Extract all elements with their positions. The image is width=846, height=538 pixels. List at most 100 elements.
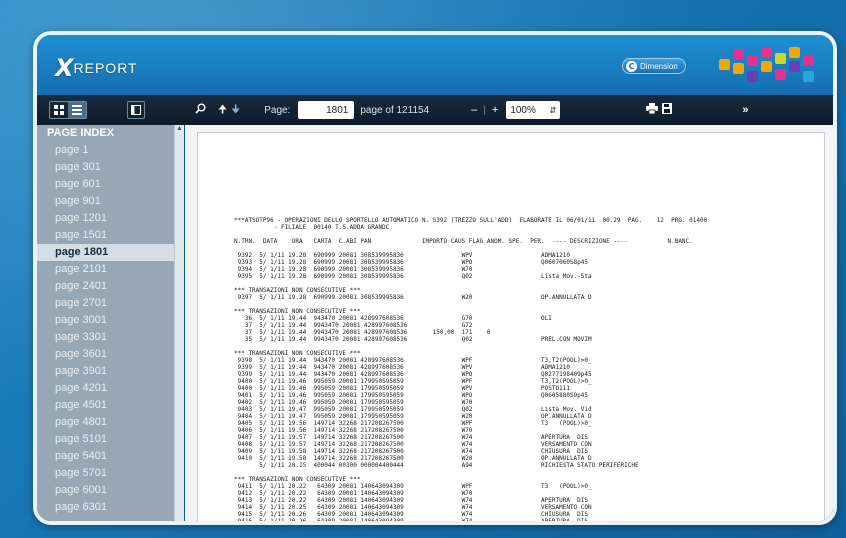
page-index-item[interactable]: page 4201 (37, 380, 182, 397)
page-index-item[interactable]: page 3901 (37, 363, 182, 380)
page-index-item[interactable]: page 5701 (37, 465, 182, 482)
report-line: 9411 5/ 1/11 20.22 64309 20081 140643094… (234, 483, 592, 490)
report-line: 9402 5/ 1/11 19.46 995059 20081 17995059… (234, 399, 473, 406)
brand-mosaic-icon (717, 45, 817, 87)
report-line: 9393 5/ 1/11 19.28 690999 20081 30853999… (234, 259, 589, 266)
page-index-item[interactable]: page 4801 (37, 414, 182, 431)
page-index-item[interactable]: page 2401 (37, 278, 182, 295)
report-window: X REPORT C Dimension 🠉 🠋 Page: 1801 page… (33, 31, 837, 525)
save-icon[interactable] (662, 103, 673, 117)
report-line: 9392 5/ 1/11 19.28 690999 20081 30853999… (234, 252, 570, 259)
document-viewer: ***ATSOTP96 - OPERAZIONI DELLO SPORTELLO… (185, 125, 833, 525)
report-line: 9407 5/ 1/11 19.57 149714 32268 21720826… (234, 434, 589, 441)
report-line: 37 5/ 1/11 19.44 9943470 20081 428997608… (234, 329, 491, 336)
sidebar-panel-icon (131, 105, 141, 115)
document-scrollbar[interactable] (833, 125, 837, 525)
page-index-item[interactable]: page 3001 (37, 312, 182, 329)
previous-page-arrow-icon[interactable]: 🠉 (218, 101, 227, 120)
report-line: 36 5/ 1/11 19.44 943470 20081 4289976085… (234, 315, 552, 322)
app-header: X REPORT C Dimension (37, 35, 833, 95)
search-icon[interactable] (195, 103, 206, 117)
page-index-item[interactable]: page 1 (37, 142, 182, 159)
dimension-c-icon: C (626, 60, 637, 72)
logo-x-icon: X (55, 54, 73, 82)
list-icon (72, 105, 82, 115)
report-line: 9397 5/ 1/11 19.28 690999 20081 30853999… (234, 294, 592, 301)
zoom-stepper-icon: ⇵ (549, 105, 557, 115)
page-index-title: PAGE INDEX (47, 127, 115, 139)
next-page-arrow-icon[interactable]: 🠋 (231, 101, 240, 120)
toolbar-divider: | (483, 104, 486, 116)
report-line: 9399 5/ 1/11 19.44 943470 20081 42899760… (234, 371, 592, 378)
toggle-sidebar-button[interactable] (127, 101, 145, 119)
scroll-up-arrow-icon[interactable]: ▲ (175, 125, 184, 132)
page-index-item[interactable]: page 6001 (37, 482, 182, 499)
expand-panel-icon[interactable]: » (742, 104, 748, 116)
app-logo: X REPORT (55, 54, 138, 82)
page-index-list: page 1 page 301 page 601 page 901 page 1201 p… (37, 142, 182, 516)
zoom-in-icon[interactable]: + (492, 104, 498, 116)
report-line: *** TRANSAZIONI NON CONSECUTIVE *** (234, 287, 361, 294)
page-index-item[interactable]: page 1201 (37, 210, 182, 227)
page-count-label: page of 121154 (360, 104, 430, 116)
view-mode-group (49, 101, 87, 119)
page-index-item[interactable]: page 3601 (37, 346, 182, 363)
report-line: ***ATSOTP96 - OPERAZIONI DELLO SPORTELLO… (234, 217, 708, 224)
report-line: 9395 5/ 1/11 19.28 690999 20081 30853999… (234, 273, 592, 280)
report-line: 9400 5/ 1/11 19.46 995059 20081 17995059… (234, 378, 592, 385)
print-icon[interactable] (646, 103, 659, 117)
dimension-text: Dimension (640, 61, 678, 71)
report-line: 5/ 1/11 20.15 400044 00300 000004400444 … (234, 462, 639, 469)
page-index-item[interactable]: page 601 (37, 176, 182, 193)
report-line: 9394 5/ 1/11 19.28 690999 20081 30853999… (234, 266, 473, 273)
report-line: 9416 5/ 1/11 20.26 64309 20081 140643094… (234, 518, 589, 525)
page-index-item[interactable]: page 2701 (37, 295, 182, 312)
report-line: N.TRN. DATA ORA CARTA C.ABI PAN IMPORTO … (234, 238, 693, 245)
report-line: *** TRANSAZIONI NON CONSECUTIVE *** (234, 350, 361, 357)
zoom-value: 100% (510, 104, 536, 116)
grid-icon (54, 105, 64, 115)
zoom-out-icon[interactable]: – (471, 104, 477, 116)
report-line: 37 5/ 1/11 19.44 9943470 20081 428997608… (234, 322, 473, 329)
report-line: 9401 5/ 1/11 19.46 995059 20081 17995059… (234, 392, 589, 399)
toolbar: 🠉 🠋 Page: page of 121154 – | + 100% ⇵ » (37, 95, 833, 125)
report-line: 9409 5/ 1/11 19.58 149714 32268 21720826… (234, 448, 589, 455)
page-index-item[interactable]: page 3301 (37, 329, 182, 346)
report-line: 9399 5/ 1/11 19.44 943470 20081 42899760… (234, 364, 570, 371)
report-line: *** TRANSAZIONI NON CONSECUTIVE *** (234, 476, 361, 483)
grid-view-button[interactable] (50, 102, 68, 118)
report-line: 9404 5/ 1/11 19.47 995059 20081 17995059… (234, 413, 592, 420)
report-line: 9398 5/ 1/11 19.44 943470 20081 42899760… (234, 357, 592, 364)
report-line: 9400 5/ 1/11 19.46 995059 20081 17995059… (234, 385, 570, 392)
report-line: 9414 5/ 1/11 20.25 64309 20081 140643094… (234, 504, 592, 511)
report-line: 9405 5/ 1/11 19.56 149714 32268 21720826… (234, 420, 592, 427)
report-line: *** TRANSAZIONI NON CONSECUTIVE *** (234, 308, 361, 315)
page-index-item[interactable]: page 4501 (37, 397, 182, 414)
report-line: 9406 5/ 1/11 19.56 149714 32268 21720826… (234, 427, 473, 434)
report-line: - FILIALE 00140 T.S.ADDA GRANDC (234, 224, 390, 231)
list-view-button[interactable] (68, 102, 86, 118)
page-index-item[interactable]: page 901 (37, 193, 182, 210)
page-index-item[interactable]: page 1501 (37, 227, 182, 244)
report-line: 9408 5/ 1/11 19.57 149714 32268 21720826… (234, 441, 592, 448)
page-index-item[interactable]: page 5401 (37, 448, 182, 465)
report-line: 9412 5/ 1/11 20.22 64309 20081 140643094… (234, 490, 473, 497)
zoom-select[interactable]: 100% ⇵ (506, 101, 561, 119)
page-label: Page: (264, 104, 291, 116)
dimension-badge: C Dimension (622, 58, 686, 74)
page-index-item[interactable]: page 2101 (37, 261, 182, 278)
report-line: 9413 5/ 1/11 20.22 64309 20081 140643094… (234, 497, 589, 504)
report-line: 35 5/ 1/11 19.44 9943470 20081 428997608… (234, 336, 592, 343)
page-index-sidebar: PAGE INDEX page 1 page 301 page 601 page 90… (37, 125, 182, 521)
page-number-input[interactable] (298, 101, 355, 119)
page-index-item[interactable]: page 1801 (37, 244, 182, 261)
report-line: 9403 5/ 1/11 19.47 995059 20081 17995059… (234, 406, 592, 413)
report-line: 9415 5/ 1/11 20.26 64309 20081 140643094… (234, 511, 589, 518)
report-page: ***ATSOTP96 - OPERAZIONI DELLO SPORTELLO… (197, 132, 825, 525)
logo-text: REPORT (73, 60, 138, 76)
sidebar-scrollbar[interactable]: ▲ (174, 125, 184, 521)
page-index-item[interactable]: page 5101 (37, 431, 182, 448)
report-line: 9410 5/ 1/11 19.58 149714 32268 21720826… (234, 455, 592, 462)
page-index-item[interactable]: page 6301 (37, 499, 182, 516)
page-index-item[interactable]: page 301 (37, 159, 182, 176)
